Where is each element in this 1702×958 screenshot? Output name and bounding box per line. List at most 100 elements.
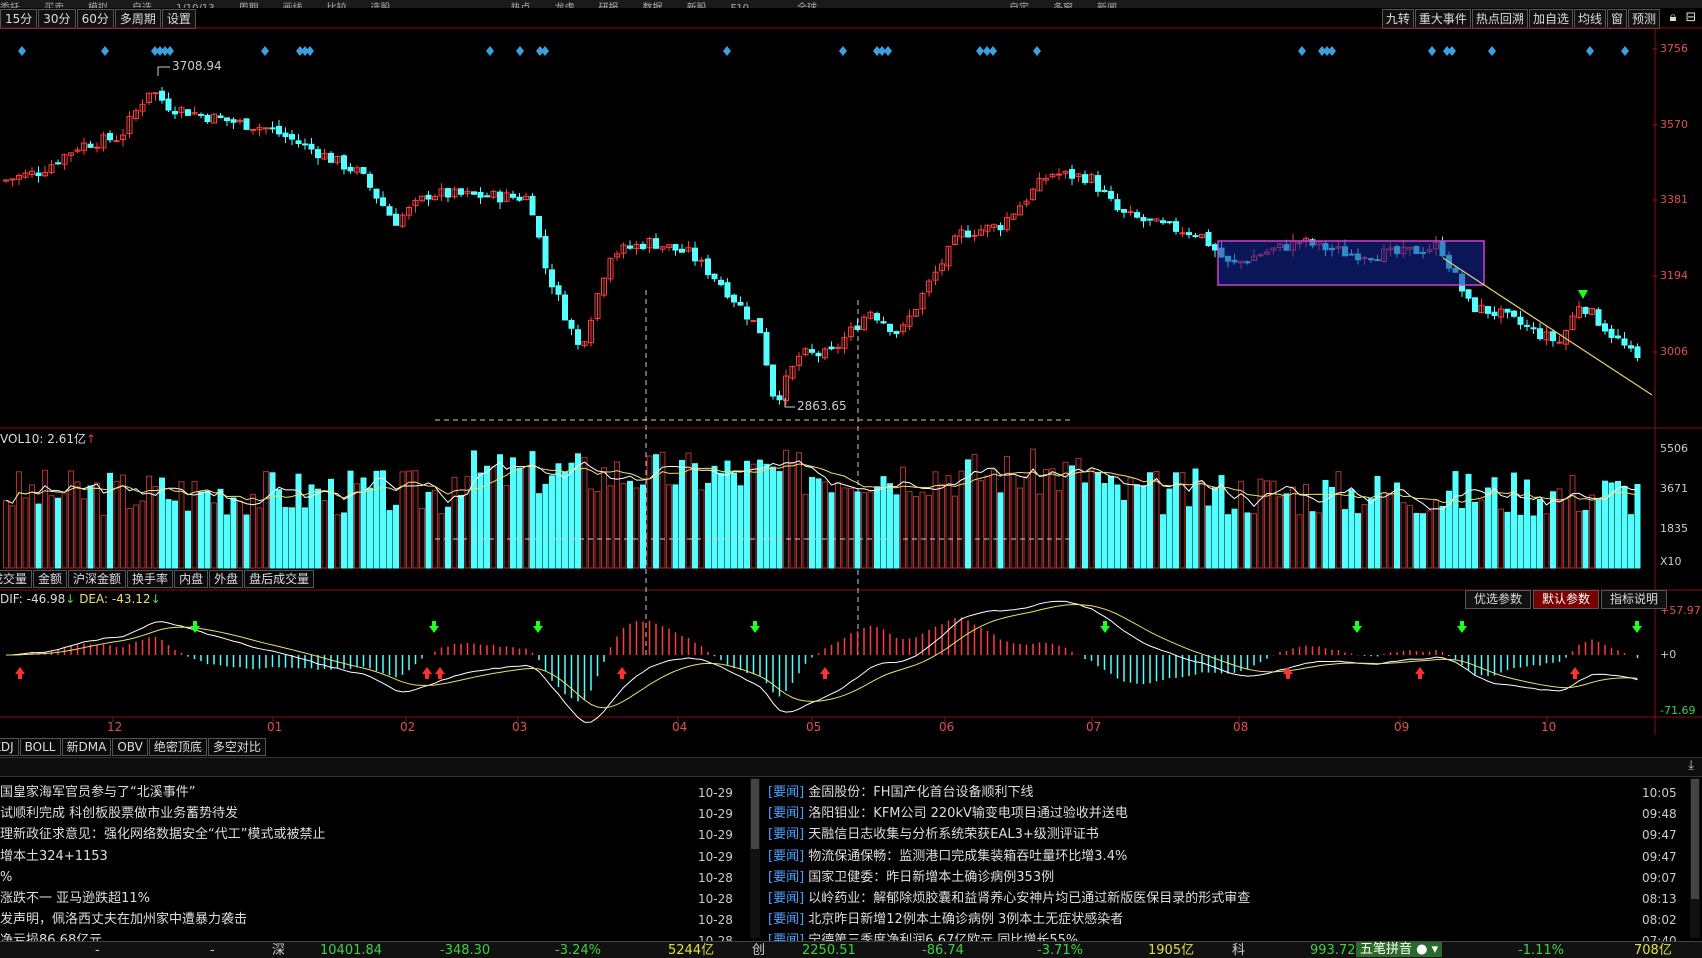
volume-bar xyxy=(828,492,835,569)
sell-signal-icon xyxy=(750,621,760,633)
volume-tab-6[interactable]: 盘后成交量 xyxy=(244,570,315,588)
volume-bar xyxy=(1381,492,1387,569)
macd-button-0[interactable]: 优选参数 xyxy=(1464,590,1531,609)
volume-bar xyxy=(841,487,848,569)
volume-bar xyxy=(1062,461,1069,569)
candle-body xyxy=(653,238,659,249)
macd-button-2[interactable]: 指标说明 xyxy=(1600,590,1667,609)
volume-scale-label: 5506 xyxy=(1660,442,1688,455)
indicator-tab-0[interactable]: KDJ xyxy=(0,738,19,756)
volume-bar xyxy=(503,484,510,569)
shenzhen-amount: 5244亿 xyxy=(668,943,715,958)
news-scrollbar[interactable] xyxy=(750,778,760,938)
candle-body xyxy=(198,113,204,116)
candle-body xyxy=(1556,341,1563,344)
candle-body xyxy=(282,132,289,138)
scrollbar-thumb[interactable] xyxy=(1691,779,1699,899)
news-headline: 涨跌不一 亚马逊跌超11% xyxy=(0,891,151,906)
volume-tab-5[interactable]: 外盘 xyxy=(209,570,244,588)
macd-button-1[interactable]: 默认参数 xyxy=(1532,590,1599,609)
volume-header: VOL10: 2.61亿↑ xyxy=(0,430,96,447)
up-arrow-icon: ↑ xyxy=(85,432,97,446)
news-item[interactable]: % xyxy=(0,868,690,888)
news-item[interactable]: 增本土324+1153 xyxy=(0,847,690,867)
news-item[interactable]: 理新政征求意见：强化网络数据安全“代工”模式或被禁止 xyxy=(0,825,690,845)
price-scale-label: 3381 xyxy=(1660,193,1688,206)
volume-bar xyxy=(523,465,529,569)
month-label: 12 xyxy=(107,720,123,734)
volume-bar xyxy=(926,494,932,569)
shenzhen-label: 深 xyxy=(272,943,286,958)
news-time: 10:05 xyxy=(1642,786,1677,800)
candle-body xyxy=(724,282,731,298)
candle-body xyxy=(731,294,737,303)
news-headline: 北京昨日新增12例本土确诊病例 3例本土无症状感染者 xyxy=(804,912,1124,928)
volume-bar xyxy=(698,489,705,569)
news-item[interactable]: [要闻] 天融信日志收集与分析系统荣获EAL3+级测评证书 xyxy=(768,825,1668,845)
news-headline: 国家卫健委：昨日新增本土确诊病例353例 xyxy=(804,869,1055,885)
news-scrollbar-right[interactable] xyxy=(1690,778,1700,938)
scrollbar-thumb[interactable] xyxy=(751,779,759,849)
volume-tab-4[interactable]: 内盘 xyxy=(174,570,209,588)
chinext-percent: -3.71% xyxy=(1037,943,1083,958)
candle-body xyxy=(243,118,250,130)
volume-bar xyxy=(243,514,250,569)
news-item[interactable]: [要闻] 北京昨日新增12例本土确诊病例 3例本土无症状感染者 xyxy=(768,910,1668,930)
volume-bar xyxy=(432,489,438,569)
candle-body xyxy=(542,235,549,269)
volume-bar xyxy=(1277,496,1283,569)
sell-signal-icon xyxy=(533,621,543,633)
candle-body xyxy=(94,146,100,149)
volume-bar xyxy=(1374,475,1381,569)
news-item[interactable]: 涨跌不一 亚马逊跌超11% xyxy=(0,889,690,909)
volume-bar xyxy=(9,505,16,569)
volume-bar xyxy=(1537,498,1543,569)
download-icon[interactable]: ⤓ xyxy=(1688,758,1694,773)
news-item[interactable]: [要闻] 物流保通保畅：监测港口完成集装箱吞吐量环比增3.4% xyxy=(768,847,1668,867)
news-item[interactable]: 发声明，佩洛西丈夫在加州家中遭暴力袭击 xyxy=(0,910,690,930)
volume-tab-0[interactable]: 成交量 xyxy=(0,570,33,588)
news-item[interactable]: [要闻] 金固股份：FH国产化首台设备顺利下线 xyxy=(768,783,1668,803)
news-item[interactable]: 国皇家海军官员参与了“北溪事件” xyxy=(0,783,690,803)
indicator-tab-4[interactable]: 绝密顶底 xyxy=(148,738,207,756)
volume-bar xyxy=(874,486,880,569)
news-time: 09:47 xyxy=(1642,828,1677,843)
volume-bar xyxy=(1420,513,1426,569)
volume-bar xyxy=(1088,468,1095,569)
indicator-tab-1[interactable]: BOLL xyxy=(19,738,61,756)
volume-bar xyxy=(1095,471,1101,569)
chinext-change: -86.74 xyxy=(922,943,964,958)
news-item[interactable]: [要闻] 以岭药业：解郁除烦胶囊和益肾养心安神片均已通过新版医保目录的形式审查 xyxy=(768,889,1668,909)
volume-bar xyxy=(1043,469,1049,569)
volume-bar xyxy=(412,470,419,569)
volume-bar xyxy=(204,490,211,569)
candle-body xyxy=(1491,311,1498,316)
volume-bar xyxy=(536,493,542,569)
volume-tab-3[interactable]: 换手率 xyxy=(127,570,174,588)
news-item[interactable]: [要闻] 洛阳钼业：KFM公司 220kV输变电项目通过验收并送电 xyxy=(768,804,1668,824)
input-method-button[interactable]: 五笔拼音 ● ▾ xyxy=(1356,942,1443,957)
news-item[interactable]: [要闻] 国家卫健委：昨日新增本土确诊病例353例 xyxy=(768,868,1668,888)
candle-body xyxy=(874,313,880,321)
volume-bar xyxy=(893,494,900,569)
news-item[interactable]: 试顺利完成 科创板股票做市业务蓄势待发 xyxy=(0,804,690,824)
candle-body xyxy=(341,155,347,170)
volume-bar xyxy=(1355,513,1361,569)
candle-body xyxy=(315,149,321,159)
macd-header: DIF: -46.98↓ DEA: -43.12↓ xyxy=(0,592,161,606)
high-leader-line xyxy=(157,66,170,76)
event-marker-icon xyxy=(541,46,549,56)
star-market-value: 993.72 xyxy=(1310,943,1356,958)
volume-tab-1[interactable]: 金额 xyxy=(33,570,68,588)
volume-bar xyxy=(1368,498,1374,569)
event-marker-icon xyxy=(1621,46,1629,56)
volume-tab-2[interactable]: 沪深金额 xyxy=(68,570,127,588)
volume-bar xyxy=(1628,514,1634,569)
indicator-tab-5[interactable]: 多空对比 xyxy=(207,738,266,756)
candle-body xyxy=(172,110,178,115)
indicator-tab-3[interactable]: OBV xyxy=(112,738,148,756)
candle-body xyxy=(1056,173,1062,176)
candle-body xyxy=(1634,346,1641,359)
volume-bar xyxy=(3,499,9,569)
indicator-tab-2[interactable]: 新DMA xyxy=(61,738,112,756)
